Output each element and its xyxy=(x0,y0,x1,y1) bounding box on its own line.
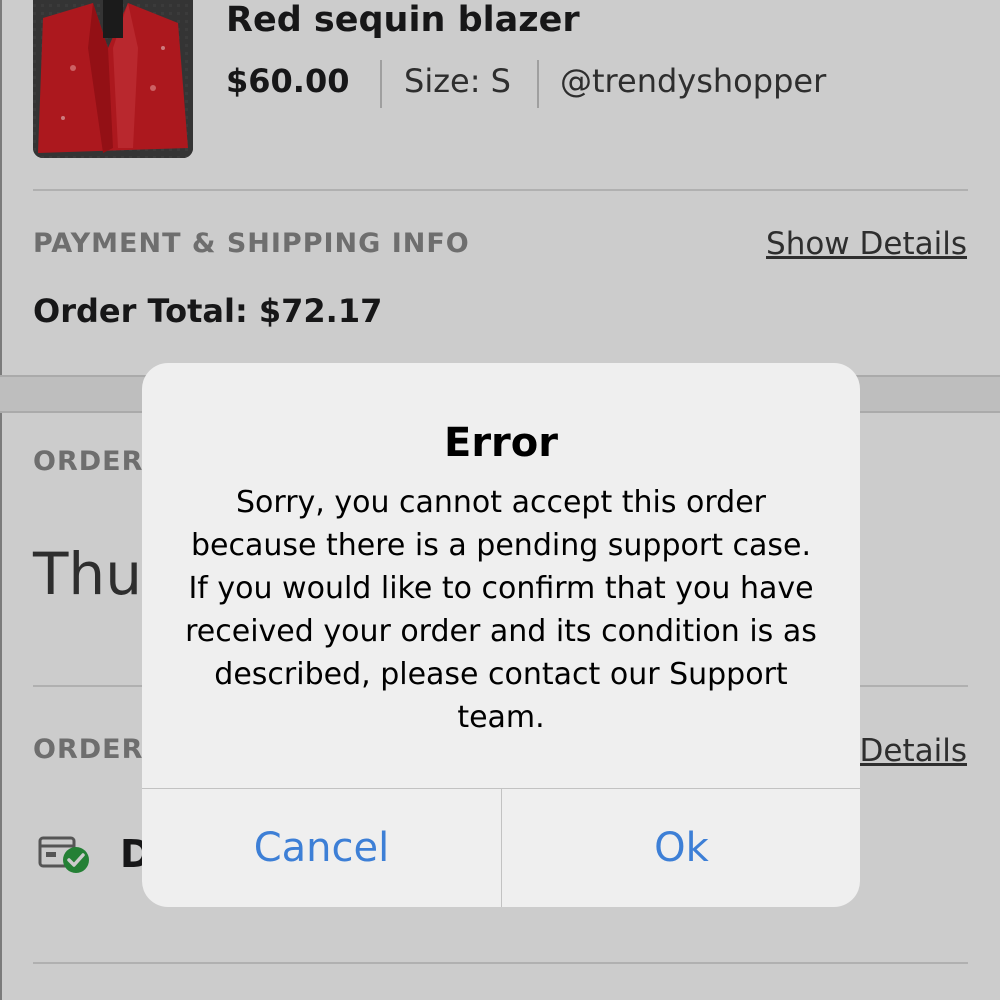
dialog-message: Sorry, you cannot accept this order beca… xyxy=(185,485,817,735)
ok-button[interactable]: Ok xyxy=(502,789,860,907)
error-alert-dialog: Error Sorry, you cannot accept this orde… xyxy=(142,363,860,907)
dialog-title: Error xyxy=(444,420,558,466)
cancel-button[interactable]: Cancel xyxy=(142,789,501,907)
